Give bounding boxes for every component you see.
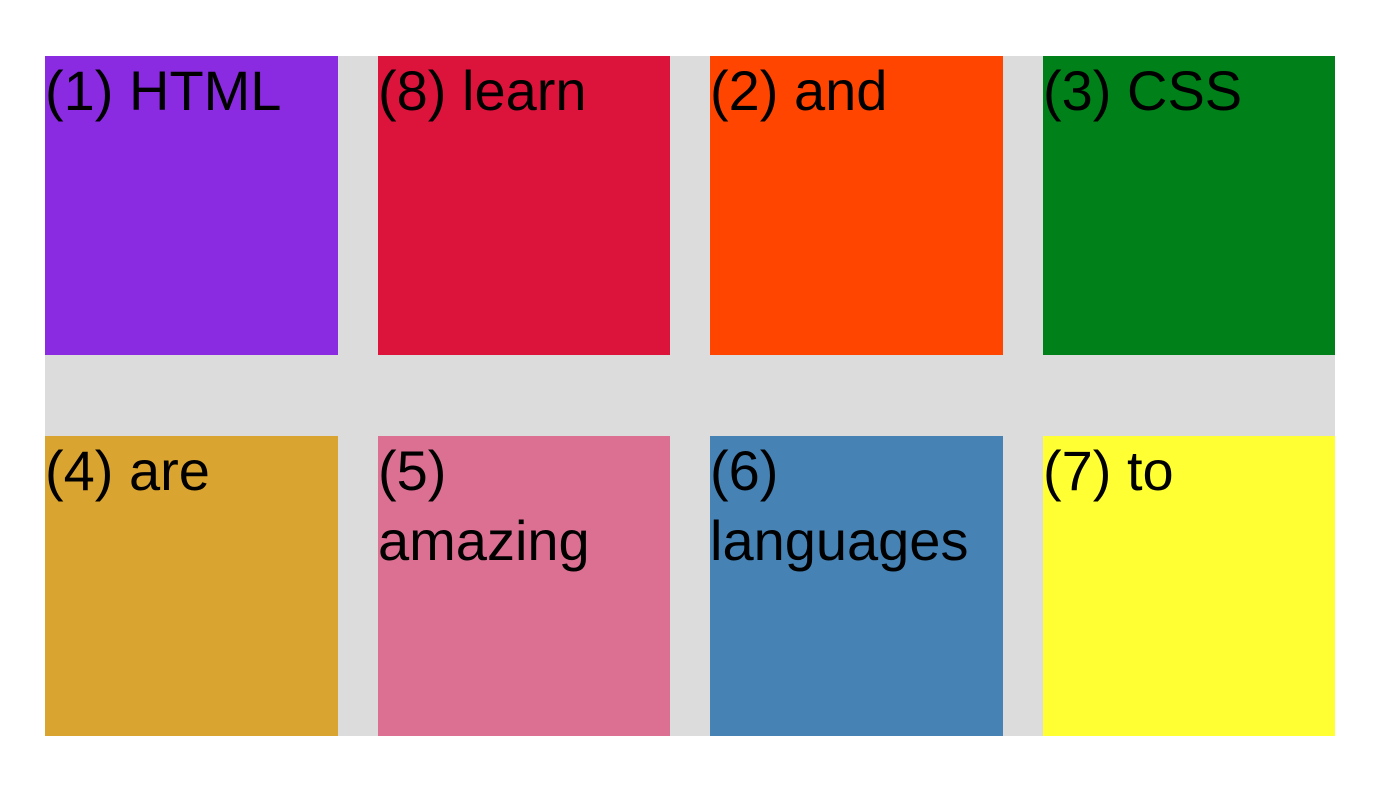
grid-cell-1: (1) HTML	[45, 56, 338, 355]
grid-cell-8: (8) learn	[378, 56, 670, 355]
grid-cell-5: (5) amazing	[378, 436, 670, 736]
grid-cell-2: (2) and	[710, 56, 1003, 355]
grid-cell-7: (7) to	[1043, 436, 1335, 736]
grid-cell-6: (6) languages	[710, 436, 1003, 736]
grid-cell-3: (3) CSS	[1043, 56, 1335, 355]
grid-cell-4: (4) are	[45, 436, 338, 736]
color-grid: (1) HTML (8) learn (2) and (3) CSS (4) a…	[45, 56, 1335, 736]
